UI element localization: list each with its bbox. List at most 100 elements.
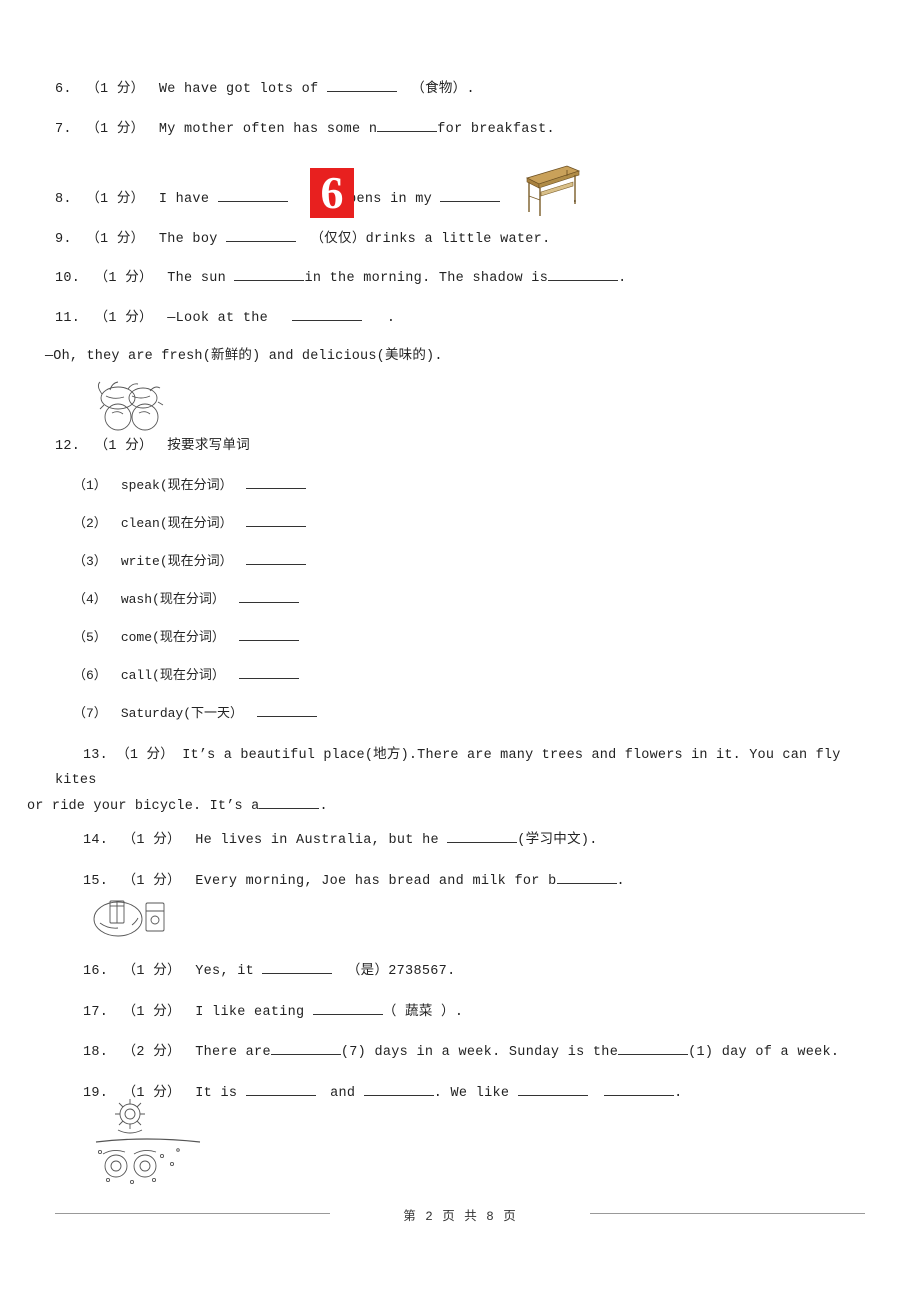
answer-blank[interactable]: [259, 797, 320, 809]
question-6: 6. （1 分） We have got lots of （食物）.: [55, 80, 865, 97]
question-text-post: (学习中文).: [517, 833, 598, 849]
question-9: 9. （1 分） The boy （仅仅）drinks a little wat…: [55, 230, 865, 247]
question-number: 12.: [55, 439, 81, 454]
question-points: （1 分）: [94, 310, 153, 326]
sub-text: clean(现在分词）: [120, 515, 233, 531]
answer-blank[interactable]: [270, 1043, 341, 1056]
question-text-pre: The sun: [167, 271, 227, 286]
answer-blank[interactable]: [246, 553, 307, 565]
sub-text: write(现在分词）: [120, 553, 233, 569]
page-footer: 第 2 页 共 8 页: [0, 1205, 920, 1224]
question-list: 6. （1 分） We have got lots of （食物）. 7. （1…: [27, 80, 865, 1118]
question-14: 14. （1 分） He lives in Australia, but he …: [83, 831, 865, 848]
question-text-mid: (7) days in a week. Sunday is the: [340, 1045, 619, 1061]
question-text-pre: Every morning, Joe has bread and milk fo…: [195, 873, 557, 889]
question-10: 10. （1 分） The sun in the morning. The sh…: [55, 269, 865, 286]
question-text-post: （仅仅）drinks a little water.: [310, 231, 551, 247]
question-number: 6.: [55, 82, 72, 97]
question-18: 18. （2 分） There are (7) days in a week. S…: [83, 1043, 865, 1060]
answer-blank[interactable]: [604, 1084, 675, 1096]
sub-text: wash(现在分词）: [120, 591, 225, 607]
sun-and-shadow-icon: [88, 1096, 208, 1186]
question-12-sub-7: （7） Saturday(下一天）: [55, 705, 865, 720]
sub-number: （3）: [73, 553, 107, 569]
answer-blank[interactable]: [262, 962, 333, 975]
answer-blank[interactable]: [217, 190, 288, 202]
question-number: 11.: [55, 310, 81, 326]
answer-blank[interactable]: [245, 1084, 316, 1096]
question-points: （1 分）: [86, 121, 145, 137]
footer-divider-right: [590, 1213, 865, 1214]
question-8: 8. （1 分） I have pens in my .: [55, 190, 865, 207]
question-text-mid1: and: [330, 1085, 356, 1101]
question-12: 12. （1 分） 按要求写单词: [55, 440, 865, 454]
question-text-mid2: . We like: [433, 1085, 510, 1101]
sub-text: speak(现在分词）: [120, 477, 233, 493]
question-text-post: .: [386, 310, 396, 326]
question-instruction: 按要求写单词: [167, 439, 251, 454]
answer-blank[interactable]: [447, 831, 518, 844]
answer-blank[interactable]: [556, 872, 617, 884]
answer-blank[interactable]: [234, 269, 305, 281]
question-number: 14.: [83, 833, 109, 849]
question-number: 13.: [83, 747, 108, 763]
answer-blank[interactable]: [238, 591, 299, 603]
question-7: 7. （1 分） My mother often has some n for b…: [55, 120, 865, 137]
sub-number: （6）: [73, 667, 107, 683]
question-number: 7.: [55, 121, 72, 137]
question-12-sub-2: （2） clean(现在分词）: [55, 515, 865, 530]
question-11: 11. （1 分） —Look at the .: [55, 309, 865, 326]
answer-blank[interactable]: [377, 120, 438, 132]
question-17: 17. （1 分） I like eating （ 蔬菜 ）.: [83, 1003, 865, 1020]
question-points: （1 分）: [86, 192, 145, 207]
question-text-post: .: [616, 873, 625, 889]
question-points: （2 分）: [122, 1045, 181, 1061]
question-12-sub-1: （1） speak(现在分词）: [55, 477, 865, 492]
question-text-post: （食物）.: [411, 82, 475, 97]
fruit-icon: [88, 378, 188, 433]
answer-blank[interactable]: [246, 515, 307, 527]
answer-blank[interactable]: [238, 629, 299, 641]
sub-number: （2）: [73, 515, 107, 531]
answer-blank[interactable]: [618, 1043, 689, 1056]
question-13-line2: or ride your bicycle. It’s a.: [27, 794, 865, 820]
answer-blank[interactable]: [363, 1084, 434, 1096]
question-15: 15. （1 分） Every morning, Joe has bread a…: [83, 872, 865, 889]
question-points: （1 分）: [122, 1004, 181, 1020]
answer-blank[interactable]: [517, 1084, 588, 1096]
question-12-sub-6: （6） call(现在分词）: [55, 667, 865, 682]
question-number: 16.: [83, 964, 109, 980]
answer-blank[interactable]: [292, 309, 363, 321]
question-12-sub-5: （5） come(现在分词）: [55, 629, 865, 644]
footer-divider-left: [55, 1213, 330, 1214]
answer-blank[interactable]: [312, 1003, 383, 1015]
sub-text: come(现在分词）: [120, 629, 225, 645]
question-text-pre: —Look at the: [167, 310, 269, 326]
sub-number: （5）: [73, 629, 107, 645]
answer-blank[interactable]: [226, 230, 297, 242]
question-text-pre: I like eating: [195, 1004, 305, 1020]
question-number: 18.: [83, 1045, 109, 1061]
question-text-line2-pre: or ride your bicycle. It’s a: [27, 798, 260, 814]
question-12-sub-3: （3） write(现在分词）: [55, 553, 865, 568]
answer-blank[interactable]: [326, 80, 397, 92]
question-points: （1 分）: [86, 231, 145, 247]
answer-blank[interactable]: [246, 477, 307, 489]
question-text-line2-post: .: [319, 798, 328, 814]
question-points: （1 分）: [94, 439, 153, 454]
answer-blank[interactable]: [440, 190, 501, 202]
answer-blank[interactable]: [548, 269, 619, 281]
question-text-pre: There are: [195, 1045, 271, 1061]
answer-blank[interactable]: [238, 667, 299, 679]
question-number: 17.: [83, 1004, 109, 1020]
exam-page: 6. （1 分） We have got lots of （食物）. 7. （1…: [0, 0, 920, 1302]
question-points: （1 分）: [122, 833, 181, 849]
question-16: 16. （1 分） Yes, it （是）2738567.: [83, 962, 865, 979]
answer-blank[interactable]: [256, 705, 317, 717]
red-six-image: 6: [310, 168, 354, 218]
question-points: （1 分）: [94, 271, 153, 286]
sub-text: call(现在分词）: [120, 667, 225, 683]
question-text-pre: He lives in Australia, but he: [195, 833, 439, 849]
question-number: 10.: [55, 271, 81, 286]
question-12-sub-4: （4） wash(现在分词）: [55, 591, 865, 606]
